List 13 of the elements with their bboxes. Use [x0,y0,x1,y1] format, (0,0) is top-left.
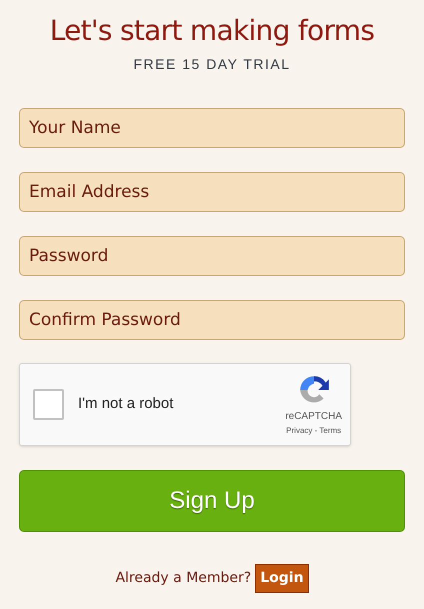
sign-up-button[interactable]: Sign Up [19,470,405,532]
page-subheading: FREE 15 DAY TRIAL [134,55,290,74]
input-field[interactable]: Password [19,236,405,276]
captcha-brand: reCAPTCHA [285,410,342,424]
page-heading: Let's start making forms [50,14,374,48]
member-prompt: Already a Member? [115,569,252,588]
input-field[interactable]: Confirm Password [19,300,405,340]
captcha-label: I'm not a robot [78,394,174,414]
login-link[interactable]: Login [255,564,309,593]
input-field[interactable]: Your Name [19,108,405,148]
input-field[interactable]: Email Address [19,172,405,212]
captcha-checkbox[interactable] [33,389,64,420]
captcha-links: Privacy - Terms [286,424,342,436]
